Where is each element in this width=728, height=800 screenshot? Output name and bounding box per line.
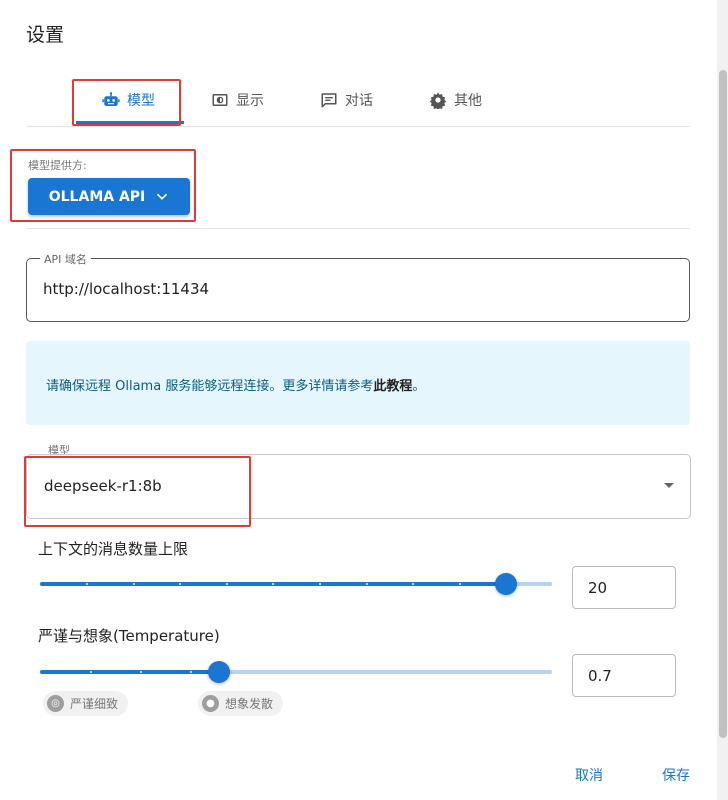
slider-mark (86, 583, 88, 585)
slider-mark (319, 583, 321, 585)
tab-label: 其他 (454, 93, 482, 109)
dropdown-arrow-icon (664, 483, 674, 488)
dialog-title: 设置 (26, 24, 65, 46)
slider-mark (366, 583, 368, 585)
slider-thumb[interactable] (495, 573, 517, 595)
api-host-label: API 域名 (40, 251, 91, 267)
precision-icon: ◎ (47, 695, 64, 712)
chip-creative: ● 想象发散 (198, 691, 284, 716)
section-divider (26, 228, 690, 229)
cancel-button[interactable]: 取消 (575, 765, 603, 785)
slider-thumb[interactable] (208, 661, 230, 683)
slider-mark (272, 583, 274, 585)
slider-fill (40, 670, 219, 674)
slider-mark (133, 583, 135, 585)
scrollbar-thumb[interactable] (719, 70, 727, 738)
info-text: 请确保远程 Ollama 服务能够远程连接。更多详情请参考此教程。 (46, 379, 426, 394)
tab-display[interactable]: 显示 (211, 76, 264, 124)
tutorial-link[interactable]: 此教程 (373, 379, 412, 394)
highlight-box-provider (10, 149, 196, 222)
save-button[interactable]: 保存 (662, 765, 690, 785)
gear-icon (429, 92, 447, 109)
slider-mark (140, 671, 142, 673)
highlight-box-model (24, 456, 251, 527)
display-icon (212, 94, 228, 106)
slider-mark (412, 583, 414, 585)
slider-mark (90, 671, 92, 673)
chip-precise: ◎ 严谨细致 (43, 691, 129, 716)
context-limit-input[interactable]: 20 (572, 566, 676, 609)
chip-label: 想象发散 (225, 697, 274, 711)
api-host-field[interactable]: API 域名 http://localhost:11434 (26, 251, 690, 322)
api-host-input[interactable]: http://localhost:11434 (43, 280, 209, 298)
tab-label: 显示 (236, 93, 264, 109)
temperature-input[interactable]: 0.7 (572, 654, 676, 697)
slider-mark (190, 671, 192, 673)
slider-mark (179, 583, 181, 585)
context-limit-label: 上下文的消息数量上限 (38, 540, 189, 558)
tab-chat[interactable]: 对话 (320, 76, 373, 124)
temperature-label: 严谨与想象(Temperature) (38, 627, 220, 645)
info-alert: 请确保远程 Ollama 服务能够远程连接。更多详情请参考此教程。 (26, 341, 690, 425)
temperature-slider[interactable] (40, 661, 552, 683)
context-limit-slider[interactable] (40, 573, 552, 595)
chat-icon (321, 93, 337, 108)
tab-label: 对话 (345, 93, 373, 109)
tab-other[interactable]: 其他 (429, 76, 482, 124)
chip-label: 严谨细致 (70, 697, 119, 711)
slider-mark (226, 583, 228, 585)
highlight-box-tab (72, 79, 181, 126)
slider-mark (459, 583, 461, 585)
lightbulb-icon: ● (202, 695, 219, 712)
